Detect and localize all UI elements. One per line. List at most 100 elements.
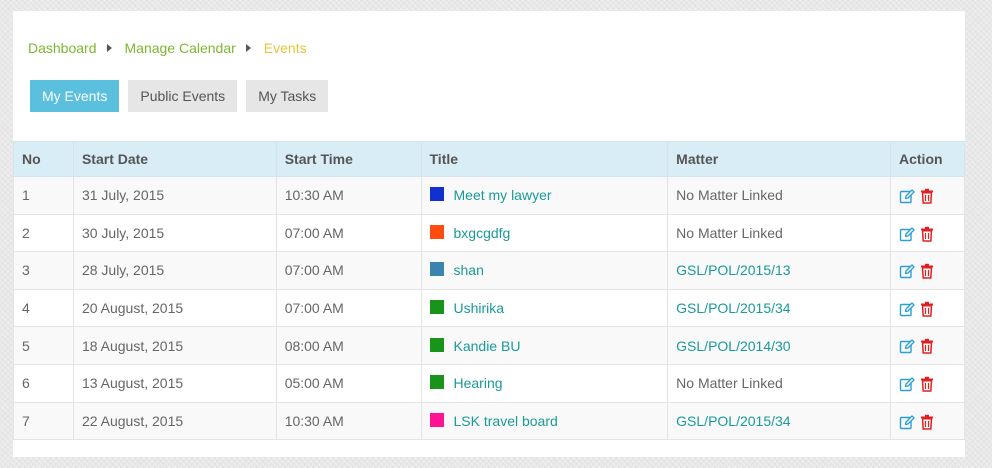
trash-icon[interactable] bbox=[920, 301, 934, 317]
tab-public-events[interactable]: Public Events bbox=[128, 80, 238, 112]
cell-title: shan bbox=[420, 251, 669, 290]
event-title-link[interactable]: bxgcgdfg bbox=[454, 225, 511, 241]
trash-icon[interactable] bbox=[920, 414, 934, 430]
cell-action bbox=[890, 176, 965, 215]
cell-title: LSK travel board bbox=[420, 401, 669, 441]
cell-action bbox=[890, 288, 965, 328]
events-table: No Start Date Start Time Title Matter Ac… bbox=[13, 141, 965, 441]
cell-start-time: 10:30 AM bbox=[275, 176, 422, 215]
edit-icon[interactable] bbox=[899, 226, 915, 242]
cell-start-time: 05:00 AM bbox=[275, 363, 422, 403]
event-color-swatch bbox=[429, 300, 444, 315]
event-color-swatch bbox=[429, 262, 444, 277]
trash-icon[interactable] bbox=[920, 376, 934, 392]
trash-icon[interactable] bbox=[920, 188, 934, 204]
column-header-start-time: Start Time bbox=[275, 141, 422, 177]
column-header-title: Title bbox=[420, 141, 669, 177]
cell-title: bxgcgdfg bbox=[420, 213, 669, 253]
column-header-matter: Matter bbox=[667, 141, 891, 177]
cell-matter: GSL/POL/2014/30 bbox=[667, 326, 891, 365]
edit-icon[interactable] bbox=[899, 414, 915, 430]
event-color-swatch bbox=[429, 412, 444, 427]
table-header-row: No Start Date Start Time Title Matter Ac… bbox=[13, 141, 965, 177]
cell-matter: No Matter Linked bbox=[667, 363, 891, 403]
cell-action bbox=[890, 363, 965, 403]
cell-start-date: 30 July, 2015 bbox=[72, 213, 277, 253]
trash-icon[interactable] bbox=[920, 263, 934, 279]
table-row: 7 22 August, 2015 10:30 AM LSK travel board… bbox=[13, 401, 965, 441]
cell-action bbox=[890, 326, 965, 365]
edit-icon[interactable] bbox=[899, 301, 915, 317]
event-color-swatch bbox=[429, 224, 444, 239]
edit-icon[interactable] bbox=[899, 376, 915, 392]
cell-title: Meet my lawyer bbox=[420, 176, 669, 215]
cell-no: 2 bbox=[13, 213, 74, 253]
breadcrumb-dashboard[interactable]: Dashboard bbox=[28, 40, 97, 56]
trash-icon[interactable] bbox=[920, 226, 934, 242]
cell-no: 1 bbox=[13, 176, 74, 215]
cell-action bbox=[890, 213, 965, 253]
event-title-link[interactable]: Kandie BU bbox=[454, 338, 521, 354]
breadcrumb-manage-calendar[interactable]: Manage Calendar bbox=[125, 40, 236, 56]
table-row: 5 18 August, 2015 08:00 AM Kandie BU GSL/POL… bbox=[13, 326, 965, 365]
cell-matter: No Matter Linked bbox=[667, 213, 891, 253]
breadcrumb-arrow-icon bbox=[245, 44, 251, 52]
event-title-link[interactable]: LSK travel board bbox=[454, 413, 558, 429]
cell-title: Ushirika bbox=[420, 288, 669, 328]
column-header-start-date: Start Date bbox=[72, 141, 277, 177]
matter-link[interactable]: GSL/POL/2014/30 bbox=[676, 338, 790, 354]
cell-start-date: 28 July, 2015 bbox=[72, 251, 277, 290]
cell-start-time: 07:00 AM bbox=[275, 213, 422, 253]
matter-text: No Matter Linked bbox=[676, 224, 783, 241]
event-title-link[interactable]: Meet my lawyer bbox=[454, 187, 552, 203]
edit-icon[interactable] bbox=[899, 188, 915, 204]
cell-action bbox=[890, 251, 965, 290]
event-title-link[interactable]: Hearing bbox=[454, 375, 503, 391]
table-row: 1 31 July, 2015 10:30 AM Meet my lawyer No M… bbox=[13, 176, 965, 215]
table-row: 3 28 July, 2015 07:00 AM shan GSL/POL/2015/1… bbox=[13, 251, 965, 290]
cell-matter: GSL/POL/2015/34 bbox=[667, 288, 891, 328]
events-table-body: 1 31 July, 2015 10:30 AM Meet my lawyer No M… bbox=[13, 176, 965, 441]
cell-start-date: 31 July, 2015 bbox=[72, 176, 277, 215]
breadcrumb: Dashboard Manage Calendar Events bbox=[28, 40, 307, 56]
cell-start-date: 22 August, 2015 bbox=[72, 401, 277, 441]
event-title-link[interactable]: shan bbox=[454, 262, 484, 278]
cell-no: 7 bbox=[13, 401, 74, 441]
cell-no: 3 bbox=[13, 251, 74, 290]
matter-link[interactable]: GSL/POL/2015/13 bbox=[676, 262, 790, 278]
cell-title: Kandie BU bbox=[420, 326, 669, 365]
breadcrumb-arrow-icon bbox=[106, 44, 112, 52]
event-color-swatch bbox=[429, 375, 444, 390]
cell-no: 6 bbox=[13, 363, 74, 403]
table-row: 4 20 August, 2015 07:00 AM Ushirika GSL/POL/… bbox=[13, 288, 965, 328]
matter-text: No Matter Linked bbox=[676, 187, 783, 204]
matter-link[interactable]: GSL/POL/2015/34 bbox=[676, 300, 790, 316]
cell-start-date: 20 August, 2015 bbox=[72, 288, 277, 328]
cell-action bbox=[890, 401, 965, 441]
event-color-swatch bbox=[429, 337, 444, 352]
cell-matter: No Matter Linked bbox=[667, 176, 891, 215]
tab-my-events[interactable]: My Events bbox=[30, 80, 120, 112]
breadcrumb-current: Events bbox=[263, 40, 307, 56]
cell-no: 5 bbox=[13, 326, 74, 365]
matter-text: No Matter Linked bbox=[676, 375, 783, 392]
tab-my-tasks[interactable]: My Tasks bbox=[246, 80, 329, 112]
table-row: 6 13 August, 2015 05:00 AM Hearing No Matter… bbox=[13, 363, 965, 403]
cell-start-date: 13 August, 2015 bbox=[72, 363, 277, 403]
column-header-no: No bbox=[13, 141, 74, 177]
cell-start-time: 08:00 AM bbox=[275, 326, 422, 365]
matter-link[interactable]: GSL/POL/2015/34 bbox=[676, 413, 790, 429]
edit-icon[interactable] bbox=[899, 263, 915, 279]
cell-start-date: 18 August, 2015 bbox=[72, 326, 277, 365]
trash-icon[interactable] bbox=[920, 338, 934, 355]
event-color-swatch bbox=[429, 187, 444, 202]
cell-title: Hearing bbox=[420, 363, 669, 403]
event-tabs: My Events Public Events My Tasks bbox=[30, 80, 337, 112]
event-title-link[interactable]: Ushirika bbox=[454, 300, 505, 316]
content-panel: Dashboard Manage Calendar Events My Even… bbox=[13, 11, 965, 457]
table-row: 2 30 July, 2015 07:00 AM bxgcgdfg No Matter … bbox=[13, 213, 965, 253]
cell-start-time: 10:30 AM bbox=[275, 401, 422, 441]
column-header-action: Action bbox=[890, 141, 965, 177]
cell-no: 4 bbox=[13, 288, 74, 328]
edit-icon[interactable] bbox=[899, 338, 915, 354]
